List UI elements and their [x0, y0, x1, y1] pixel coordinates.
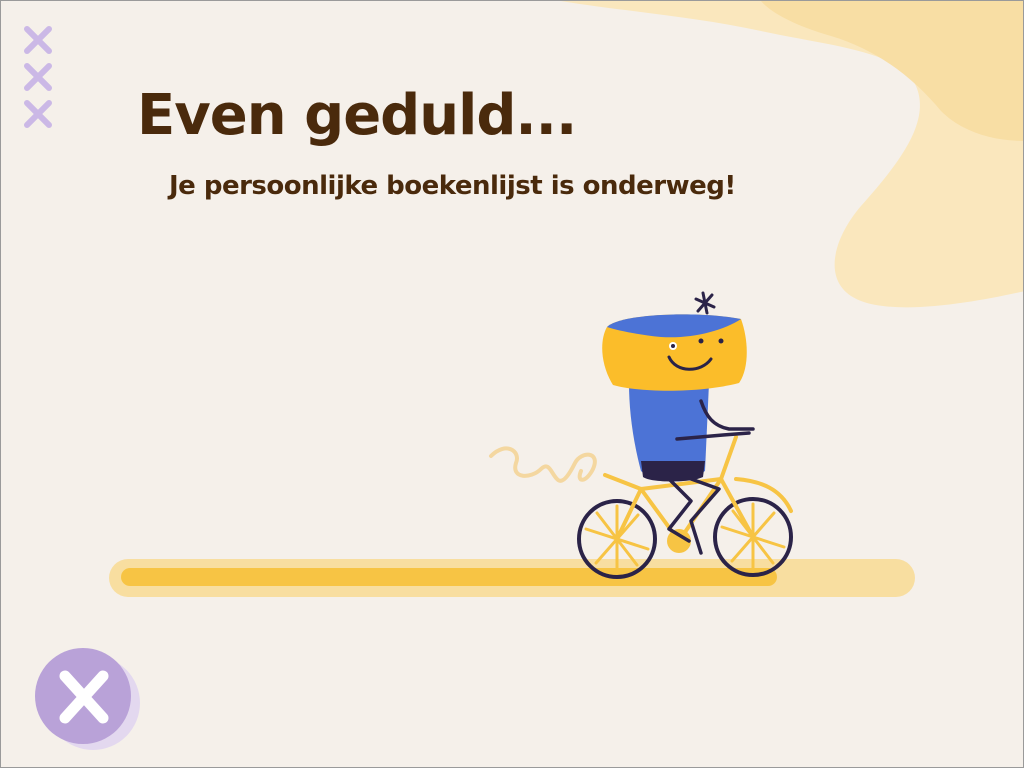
loading-scene	[109, 291, 915, 597]
close-icon	[35, 648, 140, 750]
cyclist-mascot-icon	[577, 291, 793, 579]
loading-screen: Even geduld... Je persoonlijke boekenlij…	[0, 0, 1024, 768]
close-button[interactable]	[31, 646, 143, 751]
progress-bar	[109, 559, 915, 597]
progress-fill	[121, 568, 777, 586]
motion-swirl	[489, 446, 597, 483]
